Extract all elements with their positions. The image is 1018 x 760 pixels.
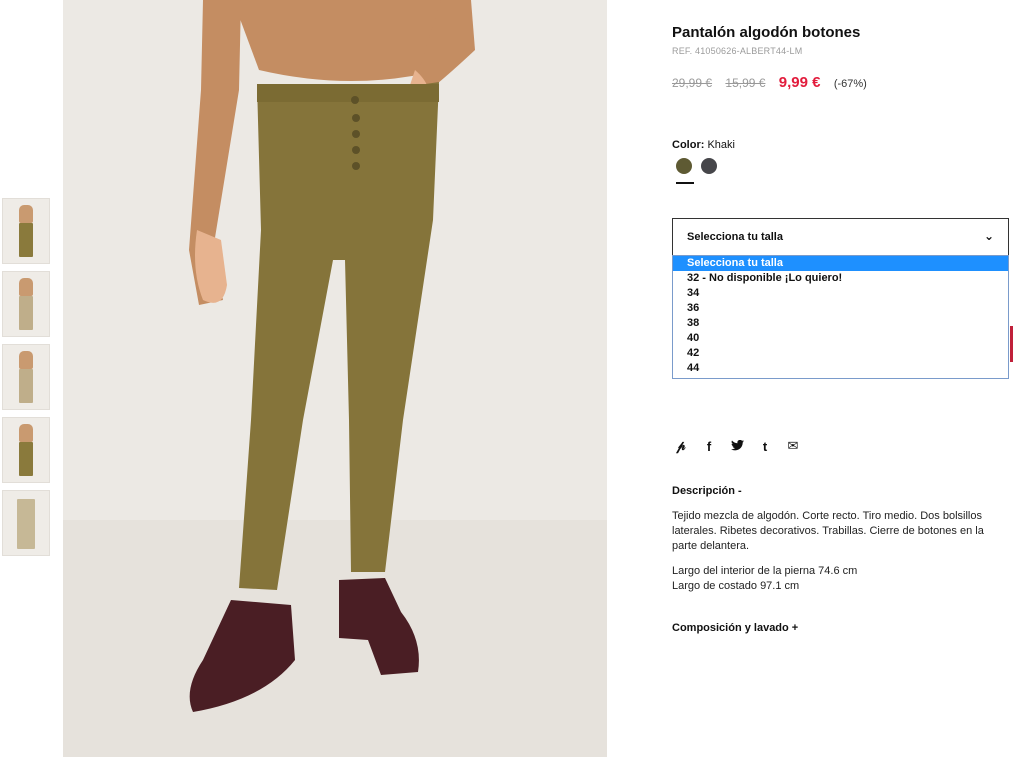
thumbnail-pants [19, 369, 33, 403]
size-option[interactable]: 44 [673, 361, 1008, 376]
product-reference: REF. 41050626-ALBERT44-LM [672, 46, 803, 56]
color-value: Khaki [707, 139, 735, 151]
thumbnail-3[interactable] [2, 344, 50, 410]
size-select-label: Selecciona tu talla [687, 231, 783, 243]
measurements: Largo del interior de la pierna 74.6 cm … [672, 564, 857, 594]
color-swatches [676, 158, 717, 174]
pinterest-icon[interactable]: 𝓅 [674, 438, 688, 454]
size-option[interactable]: 34 [673, 286, 1008, 301]
color-swatch-khaki[interactable] [676, 158, 692, 174]
color-swatch-charcoal[interactable] [701, 158, 717, 174]
size-select[interactable]: Selecciona tu talla ⌄ [672, 218, 1009, 256]
price-original: 29,99 € [672, 76, 713, 90]
thumbnail-2[interactable] [2, 271, 50, 337]
size-option[interactable]: 38 [673, 316, 1008, 331]
share-icons: 𝓅 f t ✉ [674, 438, 800, 454]
size-option[interactable]: 40 [673, 331, 1008, 346]
size-option[interactable]: 36 [673, 301, 1008, 316]
model-illustration [63, 0, 607, 757]
size-option[interactable]: Selecciona tu talla [673, 256, 1008, 271]
thumbnail-1[interactable] [2, 198, 50, 264]
price-block: 29,99 € 15,99 € 9,99 € (-67%) [672, 74, 867, 91]
thumbnail-pants [19, 296, 33, 330]
thumbnail-pants [19, 442, 33, 476]
color-label: Color: [672, 139, 705, 151]
thumbnail-5[interactable] [2, 490, 50, 556]
selected-swatch-indicator [676, 182, 694, 184]
product-title: Pantalón algodón botones [672, 24, 861, 41]
measure-side: Largo de costado 97.1 cm [672, 580, 800, 592]
twitter-icon[interactable] [730, 439, 744, 454]
description-text: Tejido mezcla de algodón. Corte recto. T… [672, 510, 984, 552]
tumblr-icon[interactable]: t [758, 439, 772, 454]
price-sale: 9,99 € [778, 74, 821, 91]
product-main-image [63, 0, 607, 757]
chevron-down-icon: ⌄ [983, 229, 994, 243]
thumbnail-4[interactable] [2, 417, 50, 483]
discount-badge: (-67%) [833, 78, 867, 90]
description-heading[interactable]: Descripción - [672, 485, 742, 497]
facebook-icon[interactable]: f [702, 439, 716, 454]
mail-icon[interactable]: ✉ [786, 438, 800, 454]
measure-inseam: Largo del interior de la pierna 74.6 cm [672, 565, 858, 577]
thumbnail-strip [2, 198, 50, 563]
composition-heading[interactable]: Composición y lavado + [672, 622, 798, 634]
color-label-row: Color: Khaki [672, 139, 735, 151]
thumbnail-pants [19, 223, 33, 257]
thumbnail-figure [19, 278, 33, 296]
size-dropdown-list: Selecciona tu talla 32 - No disponible ¡… [672, 255, 1009, 379]
thumbnail-figure [19, 424, 33, 442]
add-to-bag-button-edge[interactable] [1010, 326, 1013, 362]
size-option[interactable]: 42 [673, 346, 1008, 361]
size-option[interactable]: 32 - No disponible ¡Lo quiero! [673, 271, 1008, 286]
thumbnail-figure [19, 351, 33, 369]
price-previous: 15,99 € [725, 76, 766, 90]
thumbnail-figure [19, 205, 33, 223]
thumbnail-pants [17, 499, 35, 549]
